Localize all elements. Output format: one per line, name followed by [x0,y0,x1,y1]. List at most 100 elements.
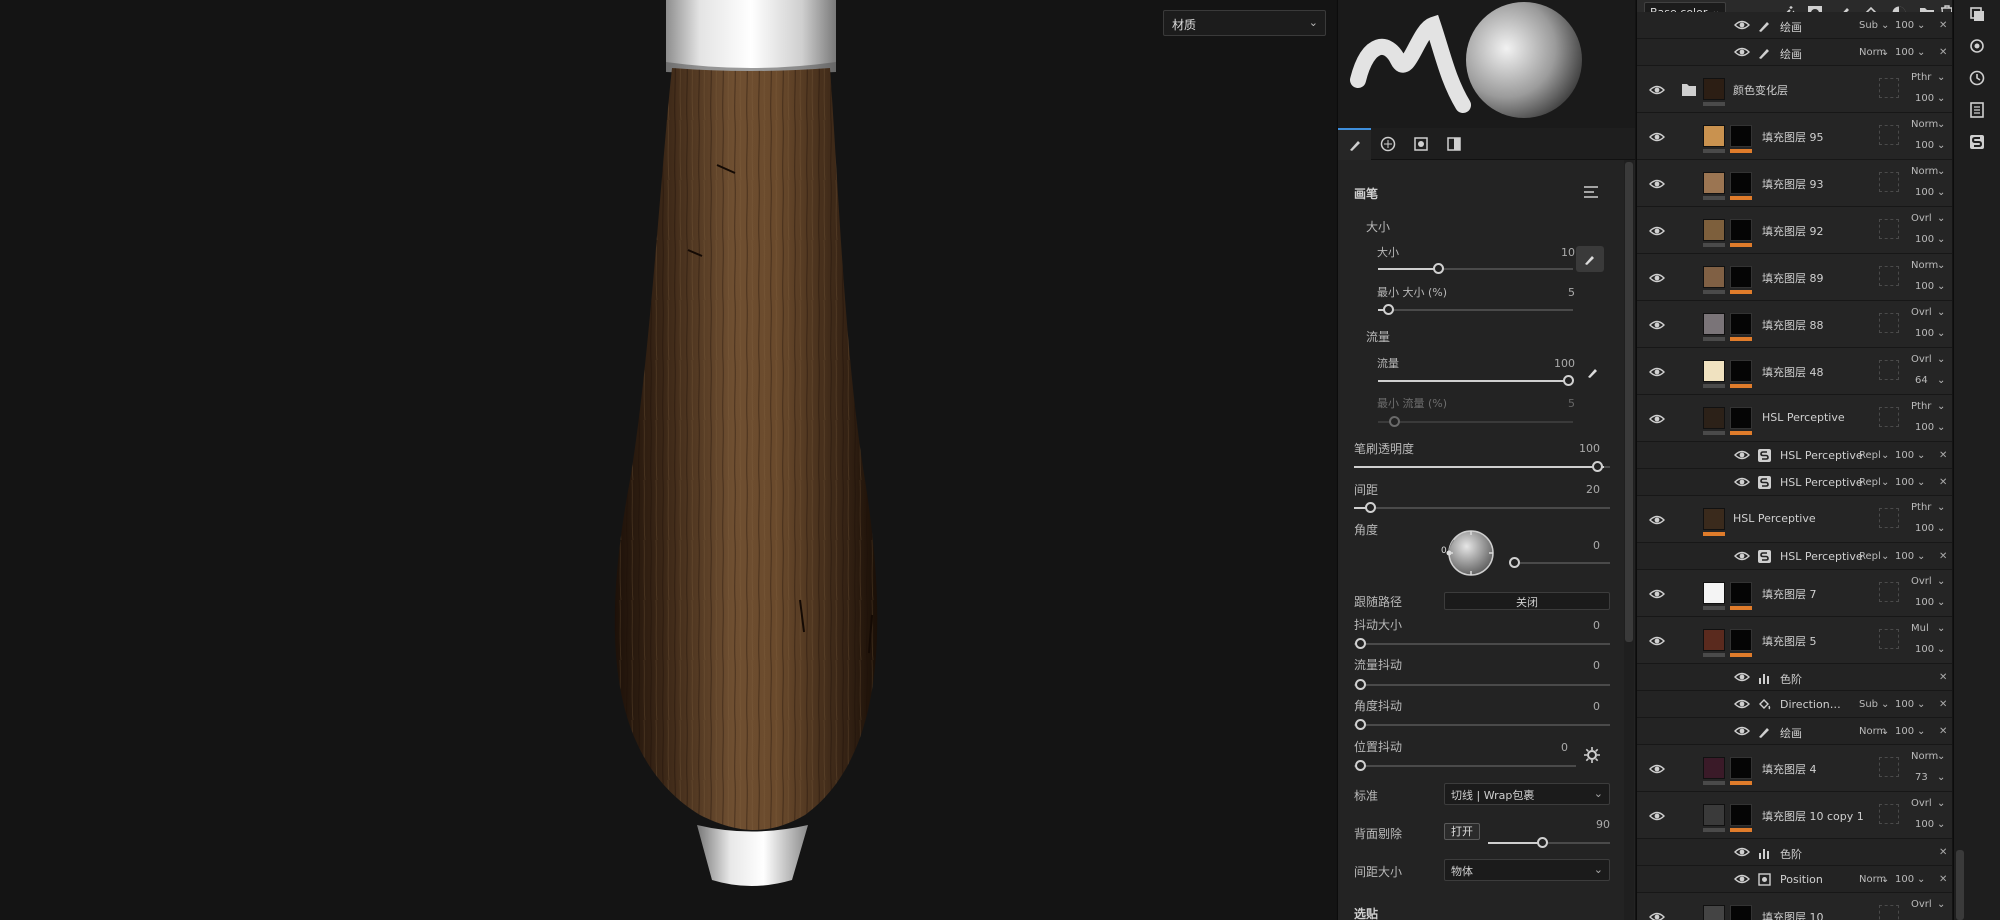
flow-pen-pressure-button[interactable] [1583,362,1603,382]
layer-row[interactable]: 填充图层 88 Ovrl ⌄ 100 ⌄ [1637,301,1952,348]
follow-path-field[interactable]: 关闭 [1444,592,1610,610]
close-icon[interactable]: ✕ [1939,20,1947,31]
position-jitter-slider-track[interactable] [1354,765,1576,767]
gear-icon[interactable] [1584,747,1600,763]
layer-opacity[interactable]: 100 [1915,187,1934,198]
spacing-slider-knob[interactable] [1365,502,1376,513]
layer-opacity[interactable]: 64 [1915,375,1928,386]
min-size-slider-track[interactable] [1378,309,1573,311]
close-icon[interactable]: ✕ [1939,726,1947,737]
size-jitter-slider-knob[interactable] [1355,638,1366,649]
layer-smart-mask-slot[interactable] [1879,804,1899,824]
display-settings-button[interactable] [1967,36,1987,56]
layer-opacity[interactable]: 100 [1915,422,1934,433]
eye-icon[interactable] [1649,763,1665,775]
eye-icon[interactable] [1734,725,1750,737]
angle-slider-knob[interactable] [1509,557,1520,568]
backface-angle-slider-track[interactable] [1488,842,1610,844]
blend-mode[interactable]: Ovrl [1911,798,1932,809]
blend-mode[interactable]: Norm [1911,260,1938,271]
angle-jitter-slider-knob[interactable] [1355,719,1366,730]
brush-opacity-slider-knob[interactable] [1592,461,1603,472]
size-slider-track[interactable] [1378,268,1573,270]
eye-icon[interactable] [1734,476,1750,488]
layer-smart-mask-slot[interactable] [1879,78,1899,98]
eye-icon[interactable] [1734,671,1750,683]
layer-effect-row[interactable]: Direction… Sub ⌄ 100 ⌄ ✕ [1637,691,1952,718]
eye-icon[interactable] [1649,514,1665,526]
layer-folder-row[interactable]: 颜色变化层 Pthr ⌄ 100 ⌄ [1637,66,1952,113]
substance-button[interactable] [1967,132,1987,152]
brush-opacity-slider-track[interactable] [1354,466,1610,468]
layer-row[interactable]: HSL Perceptive Pthr ⌄ 100 ⌄ [1637,496,1952,543]
angle-jitter-slider-track[interactable] [1354,724,1610,726]
blend-mode[interactable]: Repl [1859,450,1881,461]
eye-icon[interactable] [1649,84,1665,96]
position-jitter-slider-knob[interactable] [1355,760,1366,771]
blend-mode[interactable]: Sub [1859,20,1878,31]
layer-opacity[interactable]: 100 [1915,819,1934,830]
tab-stencil[interactable] [1404,128,1437,160]
layer-opacity[interactable]: 100 [1915,93,1934,104]
blend-mode[interactable]: Norm [1911,119,1938,130]
eye-icon[interactable] [1649,588,1665,600]
blend-mode[interactable]: Mul [1911,623,1929,634]
layer-smart-mask-slot[interactable] [1879,360,1899,380]
alignment-select[interactable]: 切线 | Wrap包裹 ⌄ [1444,783,1610,805]
layer-opacity[interactable]: 100 [1895,477,1914,488]
eye-icon[interactable] [1649,272,1665,284]
spacing-size-select[interactable]: 物体 ⌄ [1444,859,1610,881]
flow-slider-knob[interactable] [1563,375,1574,386]
eye-icon[interactable] [1649,178,1665,190]
layer-opacity[interactable]: 73 [1915,772,1928,783]
layer-opacity[interactable]: 100 [1915,597,1934,608]
layer-row[interactable]: 填充图层 4 Norm ⌄ 73 ⌄ [1637,745,1952,792]
layer-effect-row[interactable]: 色阶 ✕ [1637,664,1952,691]
angle-slider-track[interactable] [1515,562,1610,564]
layer-row[interactable]: 填充图层 93 Norm ⌄ 100 ⌄ [1637,160,1952,207]
blend-mode[interactable]: Repl [1859,477,1881,488]
eye-icon[interactable] [1649,810,1665,822]
eye-icon[interactable] [1649,225,1665,237]
eye-icon[interactable] [1649,319,1665,331]
blend-mode[interactable]: Pthr [1911,401,1931,412]
log-button[interactable] [1967,100,1987,120]
layer-opacity[interactable]: 100 [1915,328,1934,339]
spacing-slider-track[interactable] [1354,507,1610,509]
eye-icon[interactable] [1734,550,1750,562]
blend-mode[interactable]: Repl [1859,551,1881,562]
layer-smart-mask-slot[interactable] [1879,508,1899,528]
panel-scrollbar[interactable] [1625,162,1633,642]
eye-icon[interactable] [1734,846,1750,858]
material-mode-select[interactable]: 材质 ⌄ [1163,10,1326,36]
min-size-slider-knob[interactable] [1383,304,1394,315]
layer-smart-mask-slot[interactable] [1879,219,1899,239]
layer-opacity[interactable]: 100 [1915,523,1934,534]
flow-slider-track[interactable] [1378,380,1573,382]
layer-opacity[interactable]: 100 [1895,699,1914,710]
eye-icon[interactable] [1649,366,1665,378]
size-slider-knob[interactable] [1433,263,1444,274]
layer-smart-mask-slot[interactable] [1879,172,1899,192]
blend-mode[interactable]: Ovrl [1911,576,1932,587]
layer-opacity[interactable]: 100 [1895,551,1914,562]
layer-smart-mask-slot[interactable] [1879,313,1899,333]
layer-row[interactable]: 填充图层 48 Ovrl ⌄ 64 ⌄ [1637,348,1952,395]
close-icon[interactable]: ✕ [1939,47,1947,58]
blend-mode[interactable]: Sub [1859,699,1878,710]
layer-smart-mask-slot[interactable] [1879,757,1899,777]
layer-opacity[interactable]: 100 [1895,874,1914,885]
close-icon[interactable]: ✕ [1939,551,1947,562]
close-icon[interactable]: ✕ [1939,672,1947,683]
3d-viewport[interactable]: 材质 ⌄ [0,0,1336,920]
layer-smart-mask-slot[interactable] [1879,905,1899,920]
layer-opacity[interactable]: 100 [1915,281,1934,292]
layer-row[interactable]: HSL Perceptive Pthr ⌄ 100 ⌄ [1637,395,1952,442]
layer-row[interactable]: 填充图层 92 Ovrl ⌄ 100 ⌄ [1637,207,1952,254]
layer-smart-mask-slot[interactable] [1879,629,1899,649]
blend-mode[interactable]: Norm [1911,751,1938,762]
tab-brush[interactable] [1338,128,1371,160]
close-icon[interactable]: ✕ [1939,477,1947,488]
layer-effect-row[interactable]: HSL Perceptive Repl ⌄ 100 ⌄ ✕ [1637,469,1952,496]
layer-effect-row[interactable]: 色阶 ✕ [1637,839,1952,866]
